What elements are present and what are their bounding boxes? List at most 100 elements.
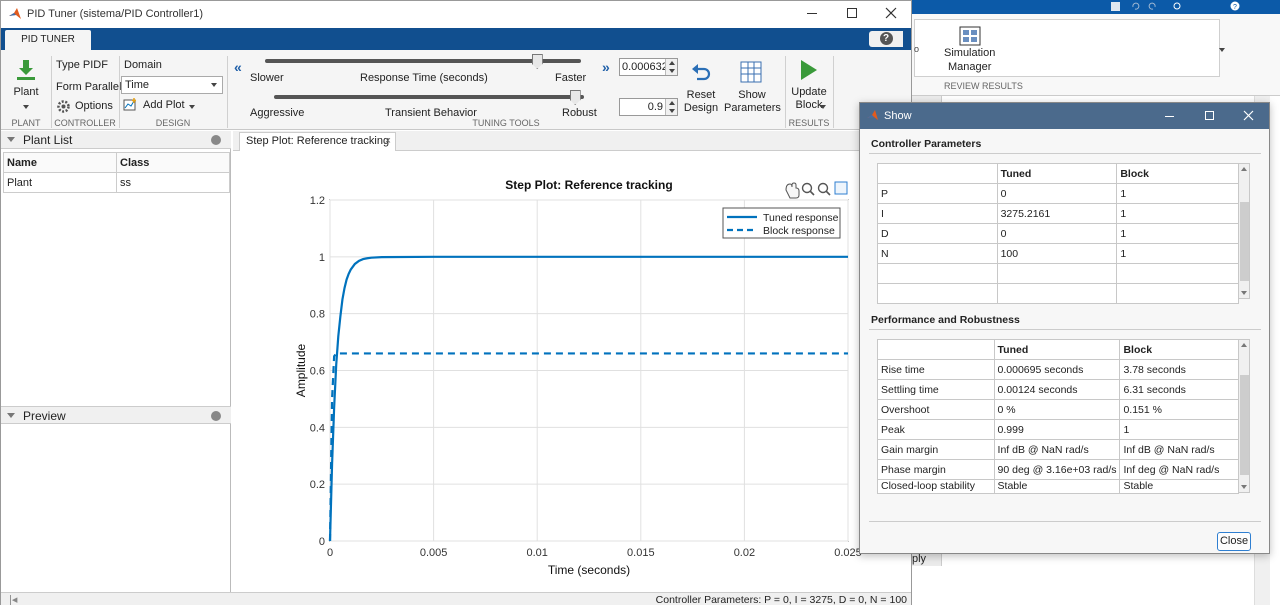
row-label-cell[interactable]: Phase margin — [877, 459, 995, 480]
table-row[interactable] — [877, 263, 1239, 284]
table-row[interactable]: I 3275.2161 1 — [877, 203, 1239, 224]
value-cell[interactable]: 6.31 seconds — [1119, 379, 1239, 400]
value-cell[interactable] — [996, 263, 1118, 284]
performance-table-scrollbar[interactable] — [1238, 339, 1250, 493]
table-row[interactable]: Peak 0.999 1 — [877, 419, 1239, 440]
table-row[interactable]: N 100 1 — [877, 243, 1239, 264]
zoom-out-handle-icon[interactable] — [825, 190, 831, 196]
data-tips-icon[interactable] — [834, 181, 848, 195]
value-cell[interactable]: 0.151 % — [1119, 399, 1239, 420]
scrollbar-thumb[interactable] — [1240, 375, 1249, 475]
value-cell[interactable]: 1 — [1116, 223, 1239, 244]
row-label-cell[interactable]: Overshoot — [877, 399, 995, 420]
close-panel-icon[interactable] — [211, 135, 221, 145]
spinner-arrows-icon[interactable] — [665, 99, 677, 115]
step-plot-chart[interactable]: 0 0.005 0.01 0.015 0.02 0.025 0 0.2 0.4 0.6 0.8 1 1.… — [233, 152, 911, 593]
value-cell[interactable]: 0 — [996, 223, 1118, 244]
value-cell[interactable]: Inf deg @ NaN rad/s — [1119, 459, 1239, 480]
row-label-cell[interactable]: I — [877, 203, 998, 224]
update-block-dropdown-icon[interactable] — [820, 105, 826, 109]
ribbon-expand-icon[interactable] — [1219, 48, 1225, 52]
value-cell[interactable]: 100 — [996, 243, 1118, 264]
options-button[interactable]: Options — [75, 100, 113, 112]
table-row[interactable]: Rise time 0.000695 seconds 3.78 seconds — [877, 359, 1239, 380]
value-cell[interactable] — [1116, 283, 1239, 304]
value-cell[interactable]: 3275.2161 — [996, 203, 1118, 224]
row-label-cell[interactable] — [877, 263, 998, 284]
scrollbar-thumb[interactable] — [1240, 202, 1249, 281]
pan-hand-icon[interactable] — [785, 182, 800, 199]
table-row[interactable]: D01 — [877, 223, 1239, 244]
table-row[interactable]: Gain margin Inf dB @ NaN rad/s Inf dB @ Na… — [877, 439, 1239, 460]
plant-import-icon[interactable] — [14, 58, 38, 82]
controller-type[interactable]: Type PIDF — [56, 59, 108, 71]
reset-design-button[interactable]: Reset Design — [682, 89, 720, 115]
value-cell[interactable]: Stable — [1119, 479, 1239, 494]
maximize-icon[interactable] — [1205, 111, 1214, 120]
close-tab-icon[interactable]: × — [385, 133, 391, 150]
value-cell[interactable]: Inf dB @ NaN rad/s — [1119, 439, 1239, 460]
controller-table-scrollbar[interactable] — [1238, 163, 1250, 299]
table-row[interactable]: Phase margin 90 deg @ 3.16e+03 rad/s Inf d… — [877, 459, 1239, 480]
row-label-cell[interactable] — [877, 283, 998, 304]
simulation-manager-label[interactable]: Simulation — [944, 47, 995, 59]
scroll-first-icon[interactable]: |◂ — [9, 593, 17, 605]
bottom-left-scroll[interactable]: |◂ — [1, 592, 231, 605]
column-header-name[interactable]: Name — [3, 152, 117, 173]
close-icon[interactable] — [885, 7, 897, 19]
simulation-manager-label-2[interactable]: Manager — [948, 61, 991, 73]
table-row[interactable]: Settling time 0.00124 seconds 6.31 seconds — [877, 379, 1239, 400]
row-label-cell[interactable]: Gain margin — [877, 439, 995, 460]
controller-form[interactable]: Form Parallel — [56, 81, 121, 93]
apply-button-fragment[interactable]: ply — [912, 553, 926, 565]
transient-behavior-track[interactable] — [274, 95, 584, 99]
domain-select[interactable]: Time — [121, 76, 223, 94]
collapse-triangle-icon[interactable] — [7, 137, 15, 142]
expand-right-icon[interactable]: » — [602, 59, 610, 75]
add-plot-dropdown-icon[interactable] — [189, 105, 195, 109]
add-plot-icon[interactable] — [123, 98, 138, 112]
value-cell[interactable] — [1116, 263, 1239, 284]
help-button[interactable]: ? — [869, 31, 903, 47]
value-cell[interactable]: 90 deg @ 3.16e+03 rad/s — [993, 459, 1121, 480]
value-cell[interactable]: 0.000695 seconds — [993, 359, 1121, 380]
preview-header[interactable]: Preview — [1, 406, 231, 424]
plant-dropdown-icon[interactable] — [23, 105, 29, 109]
plant-button[interactable]: Plant — [6, 86, 46, 99]
transient-behavior-slider[interactable] — [569, 90, 581, 105]
close-icon[interactable] — [1243, 110, 1254, 121]
plant-name-cell[interactable]: Plant — [3, 172, 117, 193]
table-row[interactable]: Overshoot 0 % 0.151 % — [877, 399, 1239, 420]
scroll-down-icon[interactable] — [1241, 291, 1247, 295]
simulation-manager-icon[interactable] — [959, 26, 981, 46]
value-cell[interactable]: 0 % — [993, 399, 1121, 420]
collapse-triangle-icon[interactable] — [7, 413, 15, 418]
response-time-slider[interactable] — [531, 54, 543, 69]
plant-class-cell[interactable]: ss — [116, 172, 230, 193]
quick-access-toolbar[interactable]: ? — [1105, 0, 1280, 12]
close-panel-icon[interactable] — [211, 411, 221, 421]
table-row[interactable]: P01 — [877, 183, 1239, 204]
plant-list-header[interactable]: Plant List — [1, 131, 231, 149]
scroll-up-icon[interactable] — [1241, 343, 1247, 347]
show-parameters-icon[interactable] — [740, 61, 762, 83]
value-cell[interactable] — [996, 283, 1118, 304]
maximize-icon[interactable] — [847, 8, 857, 18]
tab-step-plot[interactable]: Step Plot: Reference tracking × — [239, 132, 396, 151]
zoom-in-handle-icon[interactable] — [809, 190, 815, 196]
value-cell[interactable]: 1 — [1116, 203, 1239, 224]
show-parameters-button[interactable]: Show Parameters — [724, 89, 781, 115]
row-label-cell[interactable]: Closed-loop stability — [877, 479, 995, 494]
tab-pid-tuner[interactable]: PID TUNER — [5, 30, 91, 50]
reset-design-icon[interactable] — [690, 62, 712, 84]
add-plot-button[interactable]: Add Plot — [143, 99, 185, 111]
spinner-arrows-icon[interactable] — [665, 59, 677, 75]
value-cell[interactable]: 0.00124 seconds — [993, 379, 1121, 400]
value-cell[interactable]: Stable — [993, 479, 1121, 494]
minimize-icon[interactable] — [1165, 116, 1174, 117]
collapse-left-icon[interactable]: « — [234, 59, 242, 75]
response-time-field[interactable]: 0.000632 — [619, 58, 678, 76]
value-cell[interactable]: 0 — [996, 183, 1118, 204]
gear-icon[interactable] — [57, 100, 70, 113]
row-label-cell[interactable]: Peak — [877, 419, 995, 440]
